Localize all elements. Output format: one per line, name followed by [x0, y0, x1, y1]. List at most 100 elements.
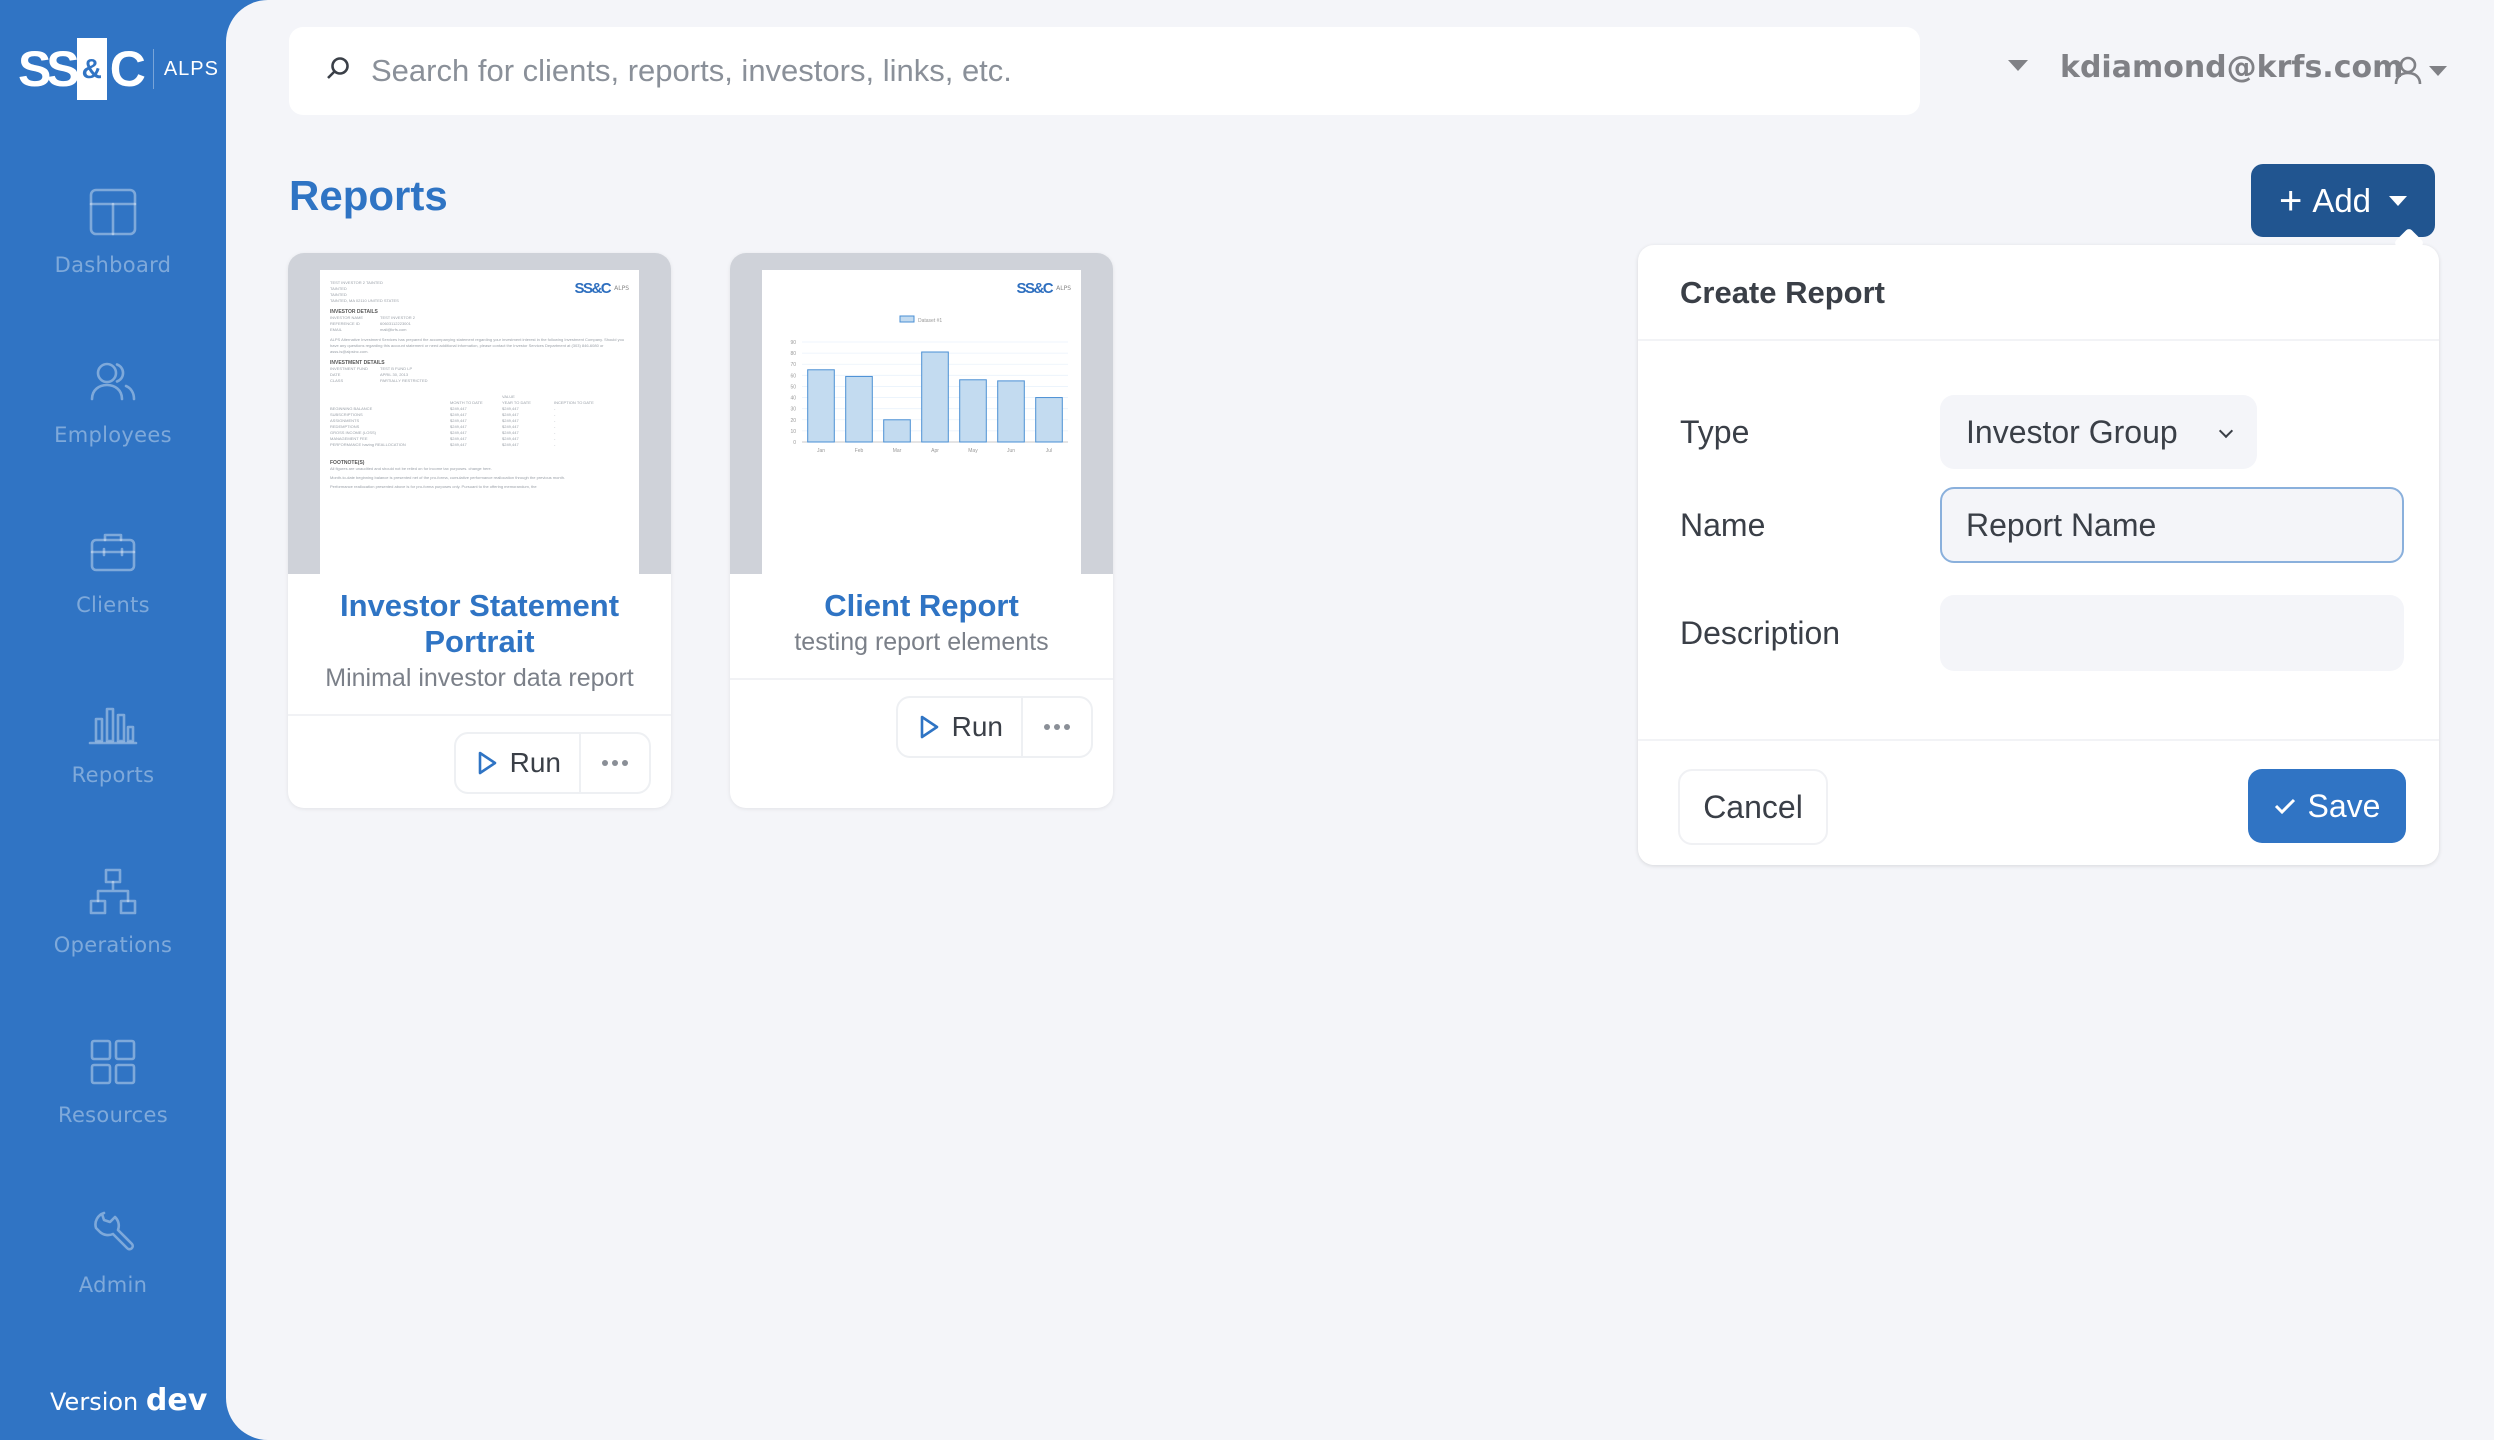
page-title: Reports	[289, 172, 448, 219]
y-tick-label: 70	[790, 362, 796, 368]
org-chart-icon	[86, 865, 140, 919]
main-content: kdiamond@krfs.com Reports + Add SS&CALPS…	[226, 0, 2494, 1440]
report-card[interactable]: SS&C ALPS Dataset #1 0 10 20 30 40 50 60 70 80 90 Ja…	[730, 253, 1113, 808]
bar-chart: Dataset #1 0 10 20 30 40 50 60 70 80 90 Jan Feb Mar Ap…	[790, 315, 1068, 454]
card-actions: Run	[453, 732, 651, 794]
sidebar-item-label: Resources	[58, 1103, 168, 1127]
doc-detail-row: EMAIL mail@krfs.com	[330, 327, 407, 332]
sidebar-item-dashboard[interactable]: Dashboard	[0, 185, 226, 355]
caret-down-icon[interactable]	[2008, 60, 2028, 71]
sidebar-item-operations[interactable]: Operations	[0, 865, 226, 1035]
users-icon	[86, 355, 140, 409]
sidebar-item-label: Clients	[76, 593, 150, 617]
thumbnail-page: SS&C ALPS TEST INVESTOR 2 TAINTED TAINTED T…	[320, 270, 639, 574]
more-options-button[interactable]	[581, 734, 649, 792]
card-footer: Run	[288, 714, 671, 794]
type-label: Type	[1680, 413, 1750, 450]
search-icon	[325, 56, 351, 86]
thumbnail-page: SS&C ALPS Dataset #1 0 10 20 30 40 50 60 70 80 90 Ja…	[762, 270, 1081, 574]
bar-jun	[997, 380, 1025, 443]
check-icon	[2274, 798, 2295, 815]
caret-down-icon	[2389, 195, 2408, 206]
version-indicator: Version dev	[50, 1383, 207, 1418]
name-row: Name	[1680, 487, 2404, 563]
run-button[interactable]: Run	[456, 734, 581, 792]
search-input[interactable]	[371, 53, 1771, 89]
name-input[interactable]	[1940, 487, 2404, 563]
doc-detail-row: CLASS PARTIALLY RESTRICTED	[330, 378, 428, 383]
sidebar-item-label: Dashboard	[54, 253, 172, 277]
create-report-panel: Create Report Type Investor Group Name D…	[1638, 245, 2439, 865]
y-tick-label: 0	[793, 440, 796, 446]
play-icon	[920, 715, 938, 739]
description-row: Description	[1680, 595, 2404, 671]
report-card[interactable]: SS&C ALPS TEST INVESTOR 2 TAINTED TAINTED T…	[288, 253, 671, 808]
sidebar-item-admin[interactable]: Admin	[0, 1205, 226, 1375]
doc-footnote: All figures are unaudited and should not…	[330, 466, 492, 471]
sidebar: SS&C ALPS Dashboard Employees Clients	[0, 0, 226, 1440]
sidebar-item-label: Admin	[78, 1273, 148, 1297]
run-label: Run	[509, 747, 561, 778]
bar-may	[959, 379, 987, 443]
sidebar-item-resources[interactable]: Resources	[0, 1035, 226, 1205]
report-title[interactable]: Investor Statement Portrait	[288, 574, 671, 660]
x-tick-label: Jul	[1046, 448, 1052, 454]
y-tick-label: 20	[790, 418, 796, 424]
wrench-icon	[86, 1205, 140, 1259]
report-title[interactable]: Client Report	[730, 574, 1113, 624]
doc-address-line: TAINTED, MA 02110 UNITED STATES	[330, 298, 399, 303]
document-preview: TEST INVESTOR 2 TAINTED TAINTED TAINTED TAI…	[330, 280, 629, 490]
y-tick-label: 40	[790, 396, 796, 402]
doc-paragraph: ALPS Alternative Investment Services has…	[330, 337, 625, 354]
run-button[interactable]: Run	[898, 698, 1023, 756]
briefcase-icon	[86, 525, 140, 579]
doc-footnote: Performance reallocation presented above…	[330, 484, 537, 489]
report-thumbnail: SS&C ALPS Dataset #1 0 10 20 30 40 50 60 70 80 90 Ja…	[730, 253, 1113, 574]
doc-value-row: PERFORMANCE having REALLOCATION $249,447 $…	[330, 442, 556, 447]
x-tick-label: May	[968, 448, 978, 454]
doc-footnote: Month-to-date beginning balance is prese…	[330, 475, 566, 480]
logo-mark: SS & C	[18, 38, 146, 100]
panel-title: Create Report	[1680, 275, 1885, 310]
report-description: testing report elements	[794, 628, 1049, 656]
bar-chart-icon	[86, 695, 140, 749]
layout-icon	[86, 185, 140, 239]
thumbnail-logo: SS&C ALPS	[1016, 280, 1071, 297]
legend-label: Dataset #1	[918, 318, 942, 324]
report-thumbnail: SS&C ALPS TEST INVESTOR 2 TAINTED TAINTED T…	[288, 253, 671, 574]
cancel-button[interactable]: Cancel	[1678, 769, 1828, 845]
save-button[interactable]: Save	[2248, 769, 2406, 843]
run-label: Run	[951, 711, 1003, 742]
description-input[interactable]	[1940, 595, 2404, 671]
bar-apr	[921, 351, 949, 443]
y-tick-label: 50	[790, 384, 796, 390]
more-options-button[interactable]	[1023, 698, 1091, 756]
legend-swatch	[899, 315, 915, 323]
sidebar-item-label: Employees	[54, 423, 172, 447]
x-tick-label: Mar	[893, 448, 902, 454]
type-value: Investor Group	[1966, 413, 2178, 450]
sidebar-item-employees[interactable]: Employees	[0, 355, 226, 525]
bar-feb	[845, 375, 873, 443]
bar-jan	[807, 369, 835, 443]
type-select[interactable]: Investor Group	[1940, 395, 2257, 469]
ssc-alps-logo[interactable]: SS & C ALPS	[18, 38, 219, 100]
user-email[interactable]: kdiamond@krfs.com	[2060, 50, 2403, 85]
sidebar-item-reports[interactable]: Reports	[0, 695, 226, 865]
card-footer: Run	[730, 678, 1113, 758]
y-tick-label: 10	[790, 429, 796, 435]
sidebar-item-label: Operations	[53, 933, 173, 957]
bar-mar	[883, 419, 911, 443]
global-search[interactable]	[289, 27, 1920, 115]
sidebar-item-label: Reports	[71, 763, 155, 787]
sidebar-item-clients[interactable]: Clients	[0, 525, 226, 695]
report-description: Minimal investor data report	[325, 664, 634, 692]
type-row: Type Investor Group	[1680, 395, 2257, 469]
y-tick-label: 80	[790, 351, 796, 357]
play-icon	[478, 751, 496, 775]
user-menu-caret-icon[interactable]	[2429, 66, 2447, 76]
add-button[interactable]: + Add	[2251, 164, 2435, 237]
grid-icon	[86, 1035, 140, 1089]
user-icon[interactable]	[2394, 56, 2422, 90]
add-button-label: Add	[2312, 181, 2372, 219]
